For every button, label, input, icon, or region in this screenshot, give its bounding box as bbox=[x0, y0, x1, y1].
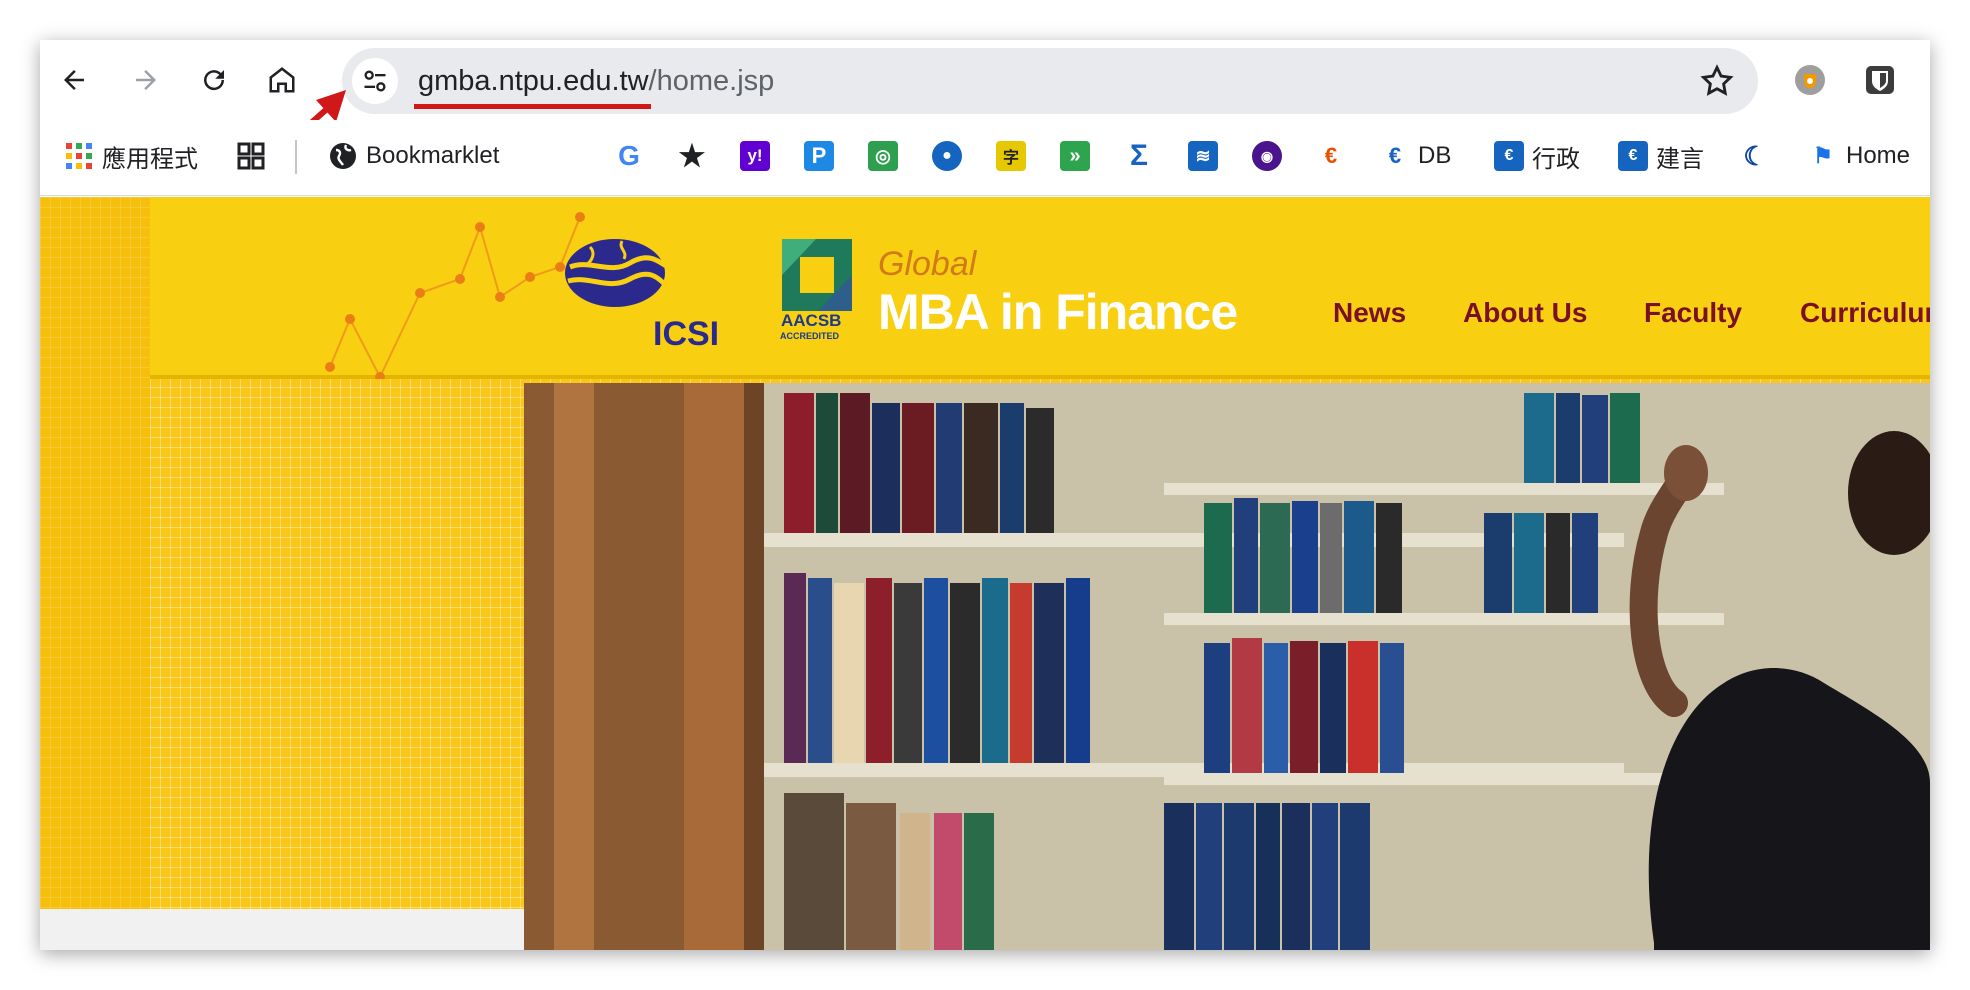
bookmark-apps-label: 應用程式 bbox=[102, 145, 198, 173]
bookmark-dictionary[interactable]: 字 bbox=[996, 136, 1026, 176]
bookmarks-bar: 應用程式 Bookmarklet G ★ y! P ◎ ● 字 » Σ ≋ ◉ … bbox=[40, 120, 1930, 196]
bookmark-google[interactable]: G bbox=[614, 136, 644, 176]
bookmark-db-label: DB bbox=[1418, 142, 1452, 169]
bookmark-stack[interactable]: ≋ bbox=[1188, 136, 1218, 176]
p-icon: P bbox=[804, 141, 834, 171]
reload-icon bbox=[204, 70, 225, 91]
bookmark-db[interactable]: € DB bbox=[1380, 136, 1451, 176]
bookmark-circle[interactable]: ● bbox=[932, 136, 962, 176]
back-button[interactable] bbox=[54, 60, 94, 100]
globe-icon bbox=[330, 143, 356, 169]
ntpu-logo-icon: € bbox=[1388, 143, 1402, 168]
bookmark-sigma[interactable]: Σ bbox=[1124, 136, 1154, 176]
bookmarks-separator bbox=[295, 140, 297, 174]
browser-window: gmba.ntpu.edu.tw/home.jsp 應用程式 Bookmarkl… bbox=[40, 40, 1930, 950]
aacsb-logo-subtext: ACCREDITED bbox=[780, 331, 840, 341]
grid-squares-icon bbox=[237, 142, 265, 170]
arrow-left-icon bbox=[64, 70, 84, 90]
bookmark-bookmarklet[interactable]: Bookmarklet bbox=[328, 136, 499, 176]
nav-about-us[interactable]: About Us bbox=[1463, 297, 1587, 329]
ntpu-logo-icon: € bbox=[1618, 141, 1648, 171]
target-icon: ● bbox=[932, 141, 962, 171]
aacsb-logo-text: AACSB bbox=[781, 311, 842, 330]
bookmark-green-app[interactable]: ◎ bbox=[868, 136, 898, 176]
url-host: gmba.ntpu.edu.tw bbox=[418, 65, 649, 97]
forward-button[interactable] bbox=[126, 60, 166, 100]
arrow-right-icon bbox=[136, 70, 156, 90]
black-star-icon: ★ bbox=[678, 139, 706, 173]
bookmark-home[interactable]: ⚑ Home bbox=[1808, 136, 1910, 176]
nav-curriculum[interactable]: Curriculum bbox=[1800, 297, 1930, 329]
extension-button[interactable] bbox=[1790, 60, 1830, 100]
double-chevron-icon: » bbox=[1060, 141, 1090, 171]
extension-shield-icon bbox=[1795, 65, 1825, 95]
bookmark-suggest-label: 建言 bbox=[1656, 145, 1704, 173]
moon-icon: ☾ bbox=[1743, 140, 1767, 171]
bookmark-ntpu-1[interactable]: € bbox=[1316, 136, 1346, 176]
bookmark-tab-groups[interactable] bbox=[236, 136, 266, 176]
site-header: ICSI AACSB ACCREDITED Global MBA in Fina… bbox=[150, 197, 1930, 379]
icsi-logo-text: ICSI bbox=[653, 315, 720, 353]
yahoo-icon: y! bbox=[740, 141, 770, 171]
aacsb-logo-icon[interactable] bbox=[782, 239, 852, 311]
bookmark-home-label: Home bbox=[1846, 142, 1911, 169]
web-page: ICSI AACSB ACCREDITED Global MBA in Fina… bbox=[40, 197, 1930, 950]
dictionary-icon: 字 bbox=[996, 141, 1026, 171]
bitwarden-shield-icon bbox=[1866, 66, 1894, 94]
tune-icon bbox=[364, 70, 386, 92]
nav-faculty[interactable]: Faculty bbox=[1644, 297, 1742, 329]
reload-button[interactable] bbox=[194, 60, 234, 100]
left-decoration bbox=[40, 197, 150, 950]
stack-icon: ≋ bbox=[1188, 141, 1218, 171]
bookmark-forward-app[interactable]: » bbox=[1060, 136, 1090, 176]
bookmark-star-icon[interactable] bbox=[1698, 62, 1736, 100]
google-icon: G bbox=[618, 140, 640, 171]
apps-grid-icon bbox=[66, 143, 92, 169]
bookmark-seal[interactable]: ◉ bbox=[1252, 136, 1282, 176]
url-path: /home.jsp bbox=[648, 65, 775, 97]
sigma-icon: Σ bbox=[1129, 139, 1148, 172]
brand-title[interactable]: MBA in Finance bbox=[878, 283, 1238, 341]
icsi-globe-logo-icon[interactable] bbox=[560, 231, 670, 317]
ntpu-logo-icon: € bbox=[1324, 143, 1338, 168]
bitwarden-button[interactable] bbox=[1860, 60, 1900, 100]
bookmark-starred[interactable]: ★ bbox=[677, 136, 707, 176]
page-bottom-strip bbox=[40, 909, 524, 950]
brand-subtitle: Global bbox=[878, 245, 977, 283]
bookmark-yahoo[interactable]: y! bbox=[740, 136, 770, 176]
bookmark-admin-label: 行政 bbox=[1532, 145, 1580, 173]
chart-decoration-icon bbox=[325, 212, 585, 379]
seal-icon: ◉ bbox=[1252, 141, 1282, 171]
bookmark-p[interactable]: P bbox=[804, 136, 834, 176]
bookmark-moon[interactable]: ☾ bbox=[1740, 136, 1770, 176]
library-hero-image bbox=[524, 383, 1930, 950]
url-annotation-underline bbox=[414, 104, 651, 109]
nav-news[interactable]: News bbox=[1333, 297, 1406, 329]
flag-icon: ⚑ bbox=[1813, 143, 1833, 168]
green-app-icon: ◎ bbox=[868, 141, 898, 171]
bookmark-apps[interactable]: 應用程式 bbox=[64, 136, 198, 176]
bookmark-admin[interactable]: € 行政 bbox=[1494, 136, 1580, 176]
ntpu-logo-icon: € bbox=[1494, 141, 1524, 171]
url-text[interactable]: gmba.ntpu.edu.tw/home.jsp bbox=[418, 65, 774, 98]
bookmark-bookmarklet-label: Bookmarklet bbox=[366, 142, 500, 169]
bookmark-suggest[interactable]: € 建言 bbox=[1618, 136, 1704, 176]
